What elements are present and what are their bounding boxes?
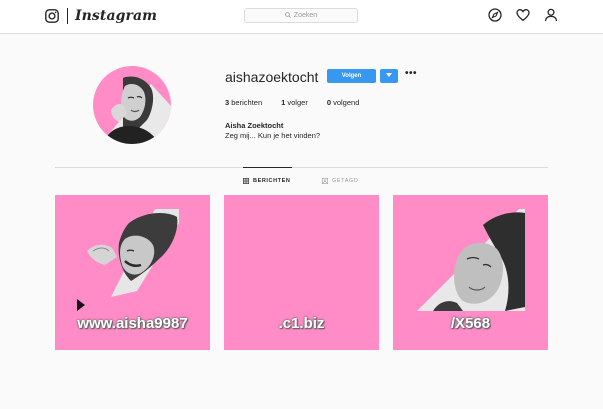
post-caption: .c1.biz <box>278 315 325 332</box>
followers-stat[interactable]: 1 volger <box>281 98 308 107</box>
profile-person-icon[interactable] <box>544 8 558 22</box>
tab-tagged[interactable]: GETAGD <box>322 178 359 185</box>
profile-full-name: Aisha Zoektocht <box>225 121 284 130</box>
post-tile[interactable]: www.aisha9987 <box>55 195 210 350</box>
following-count: 0 <box>326 98 331 107</box>
posts-count: 3 <box>225 98 230 107</box>
following-label: volgend <box>333 98 360 107</box>
grid-icon <box>243 178 250 185</box>
suggestions-dropdown-button[interactable] <box>380 69 398 83</box>
follow-button[interactable]: Volgen <box>327 69 376 83</box>
profile-avatar[interactable] <box>93 66 171 144</box>
logo-divider <box>67 8 68 24</box>
following-stat[interactable]: 0 volgend <box>327 98 360 107</box>
profile-stats: 3 berichten 1 volger 0 volgend <box>225 98 378 107</box>
search-input[interactable]: Zoeken <box>244 8 358 23</box>
search-placeholder: Zoeken <box>293 12 318 19</box>
post-caption: /X568 <box>450 315 491 332</box>
caret-down-icon <box>386 73 392 79</box>
avatar-photo-icon <box>103 76 171 144</box>
tab-posts-label: BERICHTEN <box>253 178 291 184</box>
posts-stat: 3 berichten <box>225 98 262 107</box>
post-caption: www.aisha9987 <box>77 315 188 332</box>
post-tile[interactable]: .c1.biz <box>224 195 379 350</box>
tab-tagged-label: GETAGD <box>332 178 359 184</box>
nav-icons <box>488 8 558 22</box>
followers-label: volger <box>287 98 308 107</box>
followers-count: 1 <box>281 98 286 107</box>
instagram-home-link[interactable]: Instagram <box>45 7 157 25</box>
more-options-button[interactable]: ••• <box>405 68 417 79</box>
profile-bio: Zeg mij... Kun je het vinden? <box>225 131 321 140</box>
tab-posts[interactable]: BERICHTEN <box>243 178 291 185</box>
posts-label: berichten <box>231 98 263 107</box>
search-icon <box>285 11 291 20</box>
instagram-wordmark: Instagram <box>75 8 158 24</box>
active-tab-indicator <box>243 167 292 168</box>
tagged-person-icon <box>322 178 329 185</box>
explore-compass-icon[interactable] <box>488 8 502 22</box>
instagram-camera-icon <box>45 9 59 23</box>
profile-username: aishazoektocht <box>225 69 319 85</box>
tabs-divider <box>55 167 548 168</box>
activity-heart-icon[interactable] <box>516 8 530 22</box>
top-navigation-bar: Instagram Zoeken <box>0 0 603 34</box>
post-tile[interactable]: /X568 <box>393 195 548 350</box>
